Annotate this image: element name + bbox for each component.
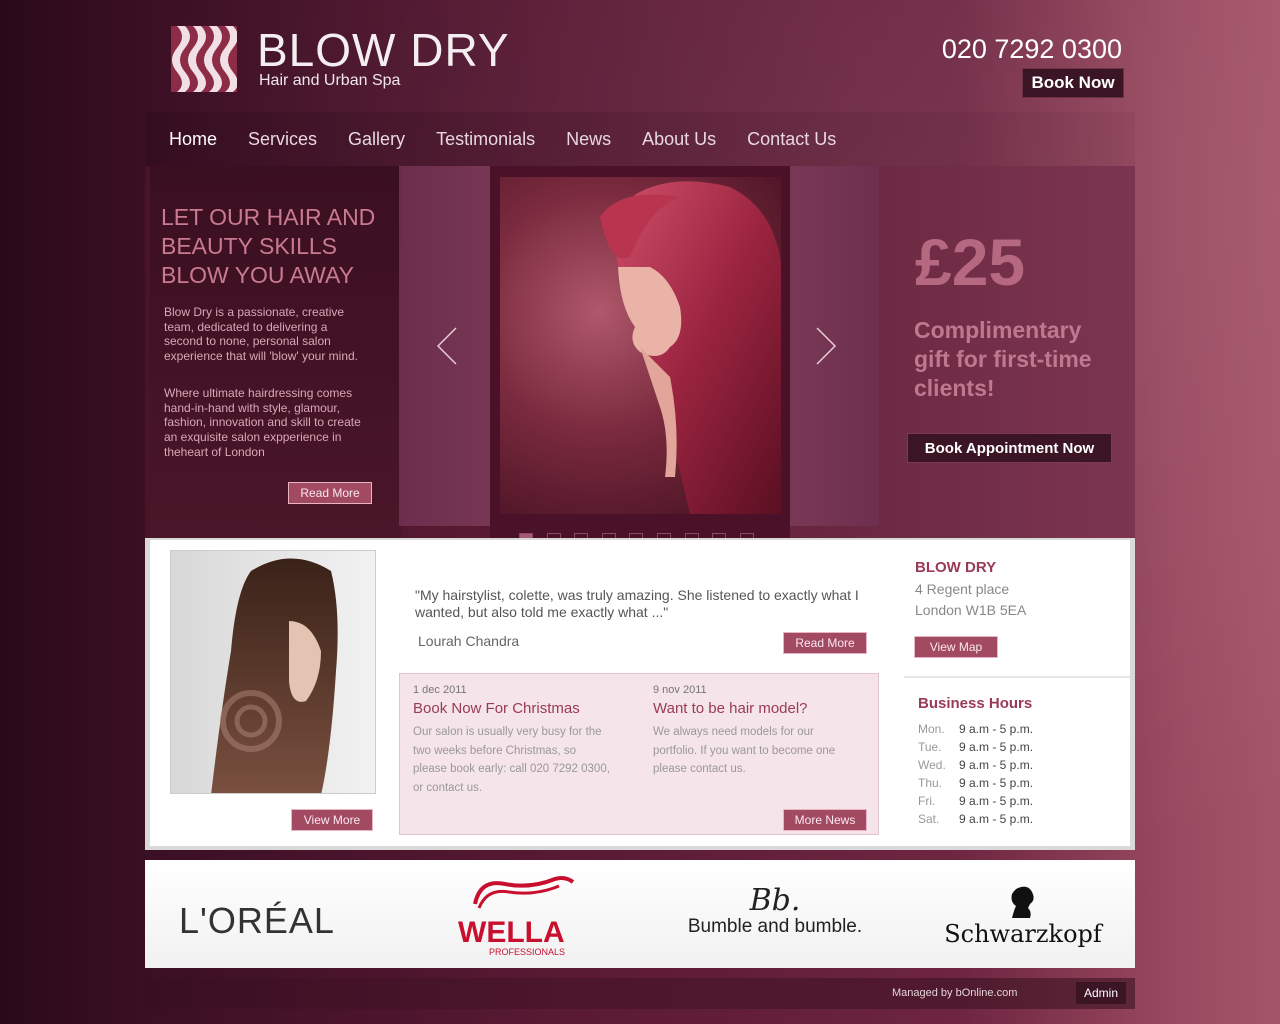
wella-wave-icon xyxy=(473,876,575,909)
testimonial-read-more-button[interactable]: Read More xyxy=(783,632,867,654)
nav-testimonials[interactable]: Testimonials xyxy=(436,129,535,150)
brand-name: BLOW DRY xyxy=(257,24,510,76)
news-text: Our salon is usually very busy for the t… xyxy=(413,726,610,794)
hours-day: Mon. xyxy=(918,722,945,736)
wella-logo: WELLA PROFESSIONALS xyxy=(455,874,585,958)
hours-row: Sat. 9 a.m - 5 p.m. xyxy=(918,810,1033,828)
hours-day: Thu. xyxy=(918,776,943,790)
news-text: We always need models for our portfolio.… xyxy=(653,726,836,775)
news-panel: 1 dec 2011 Book Now For Christmas Our sa… xyxy=(399,673,879,835)
news-date: 9 nov 2011 xyxy=(653,684,707,696)
slider-prev-arrow-icon[interactable] xyxy=(436,326,458,366)
slider-image xyxy=(500,177,781,514)
address-name: BLOW DRY xyxy=(915,559,997,576)
news-title[interactable]: Book Now For Christmas xyxy=(413,700,613,717)
hours-day: Fri. xyxy=(918,794,936,808)
view-map-button[interactable]: View Map xyxy=(914,636,998,658)
wella-subtext: PROFESSIONALS xyxy=(489,947,566,957)
loreal-logo: L'ORÉAL xyxy=(179,900,335,941)
hours-row: Tue. 9 a.m - 5 p.m. xyxy=(918,738,1033,756)
hero-read-more-button[interactable]: Read More xyxy=(288,482,372,504)
hours-row: Fri. 9 a.m - 5 p.m. xyxy=(918,792,1033,810)
main-nav: Home Services Gallery Testimonials News … xyxy=(145,112,1135,166)
news-date: 1 dec 2011 xyxy=(413,684,467,696)
testimonial-quote: "My hairstylist, colette, was truly amaz… xyxy=(415,587,859,620)
nav-services[interactable]: Services xyxy=(248,129,317,150)
hero-section: LET OUR HAIR AND BEAUTY SKILLS BLOW YOU … xyxy=(145,166,1135,564)
hours-row: Wed. 9 a.m - 5 p.m. xyxy=(918,756,1033,774)
hours-time: 9 a.m - 5 p.m. xyxy=(959,758,1034,772)
divider xyxy=(904,676,1130,678)
wella-text: WELLA xyxy=(458,916,565,949)
nav-home[interactable]: Home xyxy=(169,129,217,150)
content-section: View More "My hairstylist, colette, was … xyxy=(145,538,1135,850)
hours-title: Business Hours xyxy=(918,695,1033,712)
schwarzkopf-text: Schwarzkopf xyxy=(944,920,1102,948)
nav-news[interactable]: News xyxy=(566,129,611,150)
hours-day: Sat. xyxy=(918,812,940,826)
schwarzkopf-logo: Schwarzkopf xyxy=(943,884,1103,948)
hours-day: Wed. xyxy=(918,758,946,772)
logo[interactable]: BLOW DRY Hair and Urban Spa xyxy=(171,26,510,92)
news-item: 1 dec 2011 Book Now For Christmas Our sa… xyxy=(413,684,613,797)
image-slider xyxy=(490,166,790,564)
address-block: BLOW DRY 4 Regent place London W1B 5EA xyxy=(915,559,1026,618)
gallery-image xyxy=(170,550,376,794)
phone-number: 020 7292 0300 xyxy=(941,34,1122,64)
hours-time: 9 a.m - 5 p.m. xyxy=(959,776,1034,790)
footer: Managed by bOnline.com Admin xyxy=(145,978,1135,1009)
more-news-button[interactable]: More News xyxy=(783,809,867,831)
hours-row: Thu. 9 a.m - 5 p.m. xyxy=(918,774,1033,792)
hero-headline: LET OUR HAIR AND BEAUTY SKILLS BLOW YOU … xyxy=(161,204,376,288)
nav-about-us[interactable]: About Us xyxy=(642,129,716,150)
bumble-logo: Bb. Bumble and bumble. xyxy=(680,886,870,938)
hours-time: 9 a.m - 5 p.m. xyxy=(959,722,1034,736)
promo-offer-text: Complimentary gift for first-time client… xyxy=(914,317,1092,401)
slider-next-arrow-icon[interactable] xyxy=(815,326,837,366)
schwarzkopf-silhouette-icon xyxy=(1011,886,1034,918)
nav-gallery[interactable]: Gallery xyxy=(348,129,405,150)
nav-contact-us[interactable]: Contact Us xyxy=(747,129,836,150)
brand-logos: L'ORÉAL WELLA PROFESSIONALS Bb. Bumble a… xyxy=(145,860,1135,968)
managed-by-link[interactable]: Managed by bOnline.com xyxy=(892,987,1017,999)
hours-day: Tue. xyxy=(918,740,942,754)
news-title[interactable]: Want to be hair model? xyxy=(653,700,853,717)
address-line: London W1B 5EA xyxy=(915,602,1027,618)
bumble-text: Bumble and bumble. xyxy=(687,916,863,937)
admin-button[interactable]: Admin xyxy=(1076,982,1126,1004)
hero-paragraph: Blow Dry is a passionate, creative team,… xyxy=(164,305,359,364)
logo-wave-icon xyxy=(171,26,237,92)
bumble-mark: Bb. xyxy=(749,883,801,918)
news-item: 9 nov 2011 Want to be hair model? We alw… xyxy=(653,684,853,779)
promo-price: £25 xyxy=(915,225,1026,299)
hours-row: Mon. 9 a.m - 5 p.m. xyxy=(918,720,1033,738)
view-more-button[interactable]: View More xyxy=(291,809,373,831)
hours-time: 9 a.m - 5 p.m. xyxy=(959,740,1034,754)
testimonial-author: Lourah Chandra xyxy=(418,633,520,649)
book-appointment-button[interactable]: Book Appointment Now xyxy=(907,433,1112,463)
hours-time: 9 a.m - 5 p.m. xyxy=(959,812,1034,826)
address-line: 4 Regent place xyxy=(915,581,1010,597)
hero-paragraph: Where ultimate hairdressing comes hand-i… xyxy=(164,386,361,459)
business-hours: Business Hours Mon. 9 a.m - 5 p.m. Tue. 9 … xyxy=(918,695,1033,828)
hours-time: 9 a.m - 5 p.m. xyxy=(959,794,1034,808)
book-now-button[interactable]: Book Now xyxy=(1022,68,1124,98)
